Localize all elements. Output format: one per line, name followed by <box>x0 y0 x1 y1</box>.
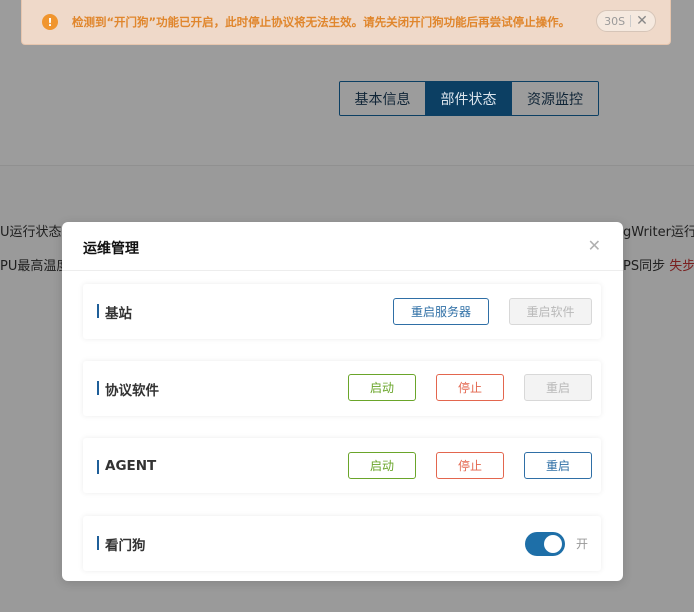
alert-close-separator <box>630 15 632 27</box>
watchdog-toggle[interactable] <box>525 532 565 556</box>
close-icon[interactable]: ✕ <box>588 236 601 255</box>
background-label-ps-sync: PS同步 失步 <box>623 255 694 274</box>
watchdog-toggle-state: 开 <box>576 537 589 551</box>
restart-software-button[interactable]: 重启软件 <box>509 298 592 325</box>
agent-start-button[interactable]: 启动 <box>348 452 416 479</box>
background-divider <box>0 165 694 166</box>
section-label-agent: AGENT <box>97 458 156 474</box>
ps-sync-label: PS同步 <box>623 259 666 274</box>
ops-management-modal: 运维管理 ✕ 基站 重启服务器 重启软件 协议软件 启动 停止 重启 AGENT… <box>62 222 623 581</box>
warning-icon: ! <box>42 14 58 30</box>
section-label-watchdog: 看门狗 <box>97 534 146 554</box>
restart-server-button[interactable]: 重启服务器 <box>393 298 489 325</box>
modal-divider <box>62 270 623 271</box>
warning-alert: ! 检测到“开门狗”功能已开启，此时停止协议将无法生效。请先关闭开门狗功能后再尝… <box>21 0 671 45</box>
background-label-writer-run: gWriter运行 <box>623 225 694 240</box>
alert-close-button[interactable]: 30S ✕ <box>596 10 656 32</box>
toggle-knob <box>544 535 562 553</box>
background-label-run-status: U运行状态 <box>0 225 62 240</box>
ps-sync-value: 失步 <box>669 259 694 274</box>
alert-countdown: 30S <box>604 14 626 28</box>
tab-basic-info[interactable]: 基本信息 <box>340 82 426 115</box>
section-base-station: 基站 重启服务器 重启软件 <box>83 284 601 339</box>
section-agent: AGENT 启动 停止 重启 <box>83 438 601 493</box>
section-label-base-station: 基站 <box>97 302 132 322</box>
section-label-protocol-software: 协议软件 <box>97 379 159 399</box>
section-watchdog: 看门狗 开 <box>83 516 601 571</box>
agent-restart-button[interactable]: 重启 <box>524 452 592 479</box>
tab-bar: 基本信息 部件状态 资源监控 <box>339 81 599 116</box>
protocol-restart-button[interactable]: 重启 <box>524 374 592 401</box>
protocol-start-button[interactable]: 启动 <box>348 374 416 401</box>
agent-stop-button[interactable]: 停止 <box>436 452 504 479</box>
modal-title: 运维管理 <box>83 241 139 257</box>
tab-resource-monitor[interactable]: 资源监控 <box>512 82 598 115</box>
close-icon[interactable]: ✕ <box>636 14 648 28</box>
protocol-stop-button[interactable]: 停止 <box>436 374 504 401</box>
background-label-max-temp: PU最高温度 <box>0 259 70 274</box>
tab-component-status[interactable]: 部件状态 <box>426 82 512 115</box>
alert-message: 检测到“开门狗”功能已开启，此时停止协议将无法生效。请先关闭开门狗功能后再尝试停… <box>72 15 571 29</box>
section-protocol-software: 协议软件 启动 停止 重启 <box>83 361 601 416</box>
